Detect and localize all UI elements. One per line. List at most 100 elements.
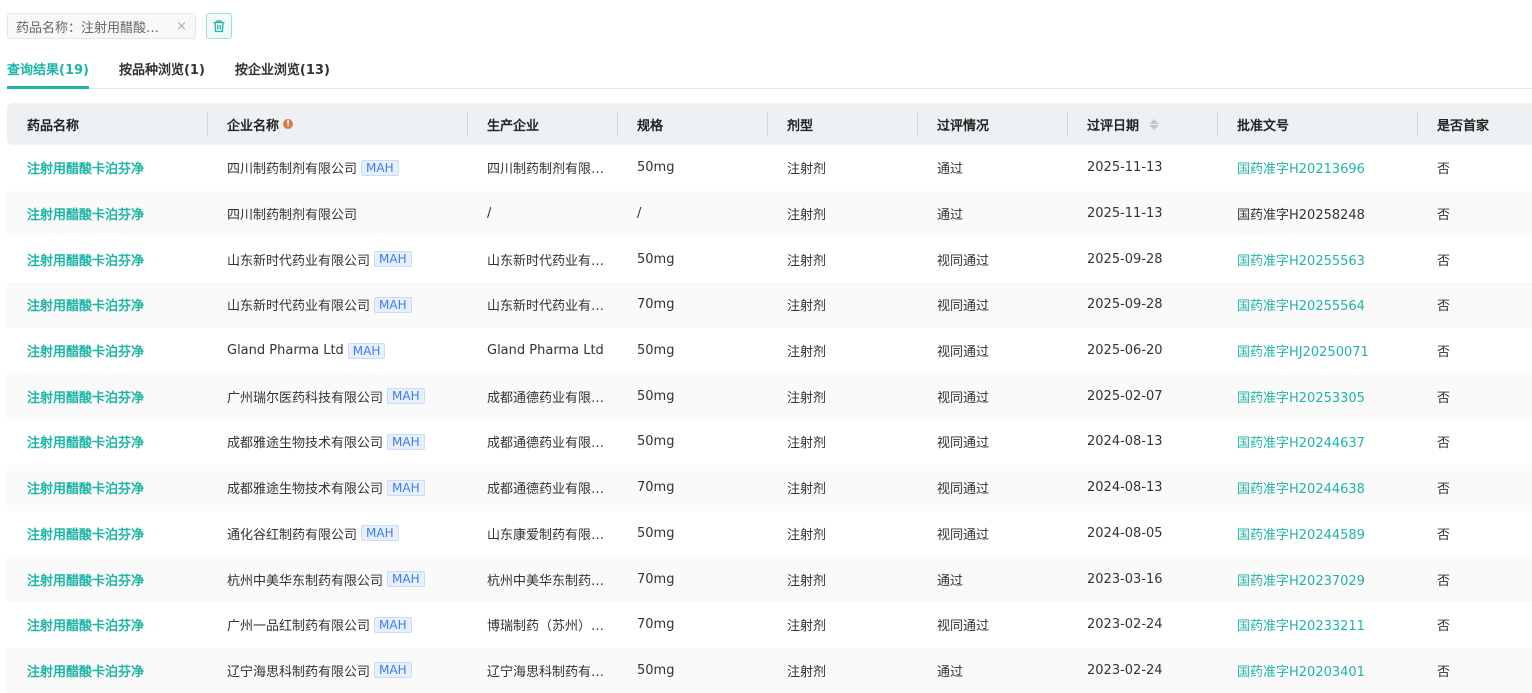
table-row[interactable]: 注射用醋酸卡泊芬净 成都雅途生物技术有限公司 MAH 成都通德药业有限公司 50m…	[7, 419, 1532, 465]
company-name: 成都雅途生物技术有限公司	[227, 482, 384, 498]
drug-name-link[interactable]: 注射用醋酸卡泊芬净	[27, 204, 144, 223]
col-status: 过评情况	[917, 103, 1067, 145]
result-tabs: 查询结果(19) 按品种浏览(1) 按企业浏览(13)	[7, 58, 1532, 89]
manufacturer: 成都通德药业有限公司	[487, 482, 607, 498]
drug-name-link[interactable]: 注射用醋酸卡泊芬净	[27, 250, 144, 269]
col-date-label: 过评日期	[1087, 118, 1140, 134]
table-row[interactable]: 注射用醋酸卡泊芬净 四川制药制剂有限公司 MAH 四川制药制剂有限公司 50mg …	[7, 145, 1532, 191]
company-name: 山东新时代药业有限公司	[227, 253, 371, 269]
approval-number[interactable]: 国药准字H20244638	[1237, 478, 1365, 497]
dosage-form: 注射剂	[787, 573, 827, 589]
dosage-form: 注射剂	[787, 208, 827, 224]
review-status: 视同通过	[937, 436, 990, 452]
drug-name-link[interactable]: 注射用醋酸卡泊芬净	[27, 432, 144, 451]
is-first: 否	[1437, 162, 1451, 178]
approval-number[interactable]: 国药准字H20233211	[1237, 615, 1365, 634]
is-first: 否	[1437, 527, 1451, 543]
company-name: Gland Pharma Ltd	[227, 343, 344, 359]
company-name: 山东新时代药业有限公司	[227, 299, 371, 315]
review-status: 通过	[937, 573, 964, 589]
spec: /	[637, 206, 642, 222]
table-row[interactable]: 注射用醋酸卡泊芬净 广州瑞尔医药科技有限公司 MAH 成都通德药业有限公司 50m…	[7, 373, 1532, 420]
tab-browse-by-variety[interactable]: 按品种浏览(1)	[119, 58, 205, 89]
review-status: 视同通过	[937, 390, 990, 406]
approval-number[interactable]: 国药准字H20255564	[1237, 295, 1365, 314]
company-name: 杭州中美华东制药有限公司	[227, 573, 384, 589]
mah-badge: MAH	[361, 159, 399, 176]
dosage-form: 注射剂	[787, 162, 827, 178]
results-table: 药品名称 企业名称! 生产企业 规格 剂型 过评情况 过评日期 批准文号 是否首…	[7, 103, 1532, 693]
table-row[interactable]: 注射用醋酸卡泊芬净 杭州中美华东制药有限公司MAH 杭州中美华东制药有限公司 7…	[7, 556, 1532, 602]
drug-name-link[interactable]: 注射用醋酸卡泊芬净	[27, 524, 144, 543]
drug-name-link[interactable]: 注射用醋酸卡泊芬净	[27, 478, 144, 497]
filter-tag-text: 药品名称：注射用醋酸卡泊芬净	[16, 20, 171, 36]
is-first: 否	[1437, 482, 1451, 498]
mah-badge: MAH	[374, 616, 412, 633]
company-name: 广州一品红制药有限公司	[227, 619, 371, 635]
dosage-form: 注射剂	[787, 664, 827, 680]
table-row[interactable]: 注射用醋酸卡泊芬净 Gland Pharma Ltd MAH Gland Phar…	[7, 327, 1532, 374]
spec: 50mg	[637, 434, 675, 450]
tab-browse-by-company[interactable]: 按企业浏览(13)	[235, 58, 330, 89]
approval-number[interactable]: 国药准字H20237029	[1237, 570, 1365, 589]
mah-badge: MAH	[374, 296, 412, 313]
review-date: 2024-08-13	[1087, 480, 1163, 496]
dosage-form: 注射剂	[787, 345, 827, 361]
company-name: 广州瑞尔医药科技有限公司	[227, 390, 384, 406]
approval-number[interactable]: 国药准字H20213696	[1237, 158, 1365, 177]
table-row[interactable]: 注射用醋酸卡泊芬净 山东新时代药业有限公司MAH 山东新时代药业有限公司 70m…	[7, 282, 1532, 328]
spec: 50mg	[637, 388, 675, 404]
approval-number[interactable]: 国药准字H20244637	[1237, 432, 1365, 451]
table-row[interactable]: 注射用醋酸卡泊芬净 辽宁海思科制药有限公司MAH 辽宁海思科制药有限公司 50m…	[7, 647, 1532, 693]
approval-number[interactable]: 国药准字H20255563	[1237, 250, 1365, 269]
is-first: 否	[1437, 345, 1451, 361]
close-icon[interactable]: ×	[176, 19, 187, 34]
drug-name-link[interactable]: 注射用醋酸卡泊芬净	[27, 341, 144, 360]
dosage-form: 注射剂	[787, 619, 827, 635]
company-name: 四川制药制剂有限公司	[227, 208, 358, 224]
dosage-form: 注射剂	[787, 436, 827, 452]
drug-name-link[interactable]: 注射用醋酸卡泊芬净	[27, 295, 144, 314]
drug-name-link[interactable]: 注射用醋酸卡泊芬净	[27, 661, 144, 680]
review-date: 2025-02-07	[1087, 388, 1163, 404]
tab-query-results[interactable]: 查询结果(19)	[7, 58, 89, 89]
review-date: 2025-09-28	[1087, 251, 1163, 267]
approval-number[interactable]: 国药准字HJ20250071	[1237, 341, 1369, 360]
col-date[interactable]: 过评日期	[1067, 103, 1217, 145]
col-manufacturer: 生产企业	[467, 103, 617, 145]
sort-icon[interactable]	[1149, 118, 1160, 130]
drug-name-link[interactable]: 注射用醋酸卡泊芬净	[27, 615, 144, 634]
approval-number[interactable]: 国药准字H20253305	[1237, 387, 1365, 406]
drug-name-link[interactable]: 注射用醋酸卡泊芬净	[27, 570, 144, 589]
manufacturer: 山东新时代药业有限公司	[487, 253, 607, 269]
manufacturer: 博瑞制药（苏州）有限公司	[487, 619, 607, 635]
review-status: 视同通过	[937, 482, 990, 498]
spec: 50mg	[637, 343, 675, 359]
clear-filters-button[interactable]	[206, 13, 232, 39]
table-row[interactable]: 注射用醋酸卡泊芬净 四川制药制剂有限公司 / / 注射剂 通过 2025-11-…	[7, 190, 1532, 237]
trash-icon	[213, 20, 225, 33]
table-row[interactable]: 注射用醋酸卡泊芬净 广州一品红制药有限公司MAH 博瑞制药（苏州）有限公司 70…	[7, 601, 1532, 648]
drug-name-link[interactable]: 注射用醋酸卡泊芬净	[27, 387, 144, 406]
is-first: 否	[1437, 253, 1451, 269]
mah-badge: MAH	[374, 251, 412, 268]
review-date: 2024-08-05	[1087, 525, 1163, 541]
review-date: 2025-09-28	[1087, 297, 1163, 313]
table-row[interactable]: 注射用醋酸卡泊芬净 山东新时代药业有限公司MAH 山东新时代药业有限公司 50m…	[7, 236, 1532, 283]
table-row[interactable]: 注射用醋酸卡泊芬净 成都雅途生物技术有限公司 MAH 成都通德药业有限公司 70m…	[7, 464, 1532, 511]
col-approval: 批准文号	[1217, 103, 1417, 145]
review-status: 通过	[937, 664, 964, 680]
table-header: 药品名称 企业名称! 生产企业 规格 剂型 过评情况 过评日期 批准文号 是否首…	[7, 103, 1532, 145]
manufacturer: Gland Pharma Ltd	[487, 343, 604, 359]
is-first: 否	[1437, 436, 1451, 452]
company-name: 成都雅途生物技术有限公司	[227, 436, 384, 452]
dosage-form: 注射剂	[787, 253, 827, 269]
is-first: 否	[1437, 664, 1451, 680]
approval-number[interactable]: 国药准字H20203401	[1237, 661, 1365, 680]
table-row[interactable]: 注射用醋酸卡泊芬净 通化谷红制药有限公司 MAH 山东康爱制药有限公司 50mg …	[7, 510, 1532, 557]
drug-name-link[interactable]: 注射用醋酸卡泊芬净	[27, 158, 144, 177]
approval-number[interactable]: 国药准字H20244589	[1237, 524, 1365, 543]
info-icon[interactable]: !	[283, 119, 294, 129]
spec: 50mg	[637, 525, 675, 541]
manufacturer: 山东新时代药业有限公司	[487, 299, 607, 315]
